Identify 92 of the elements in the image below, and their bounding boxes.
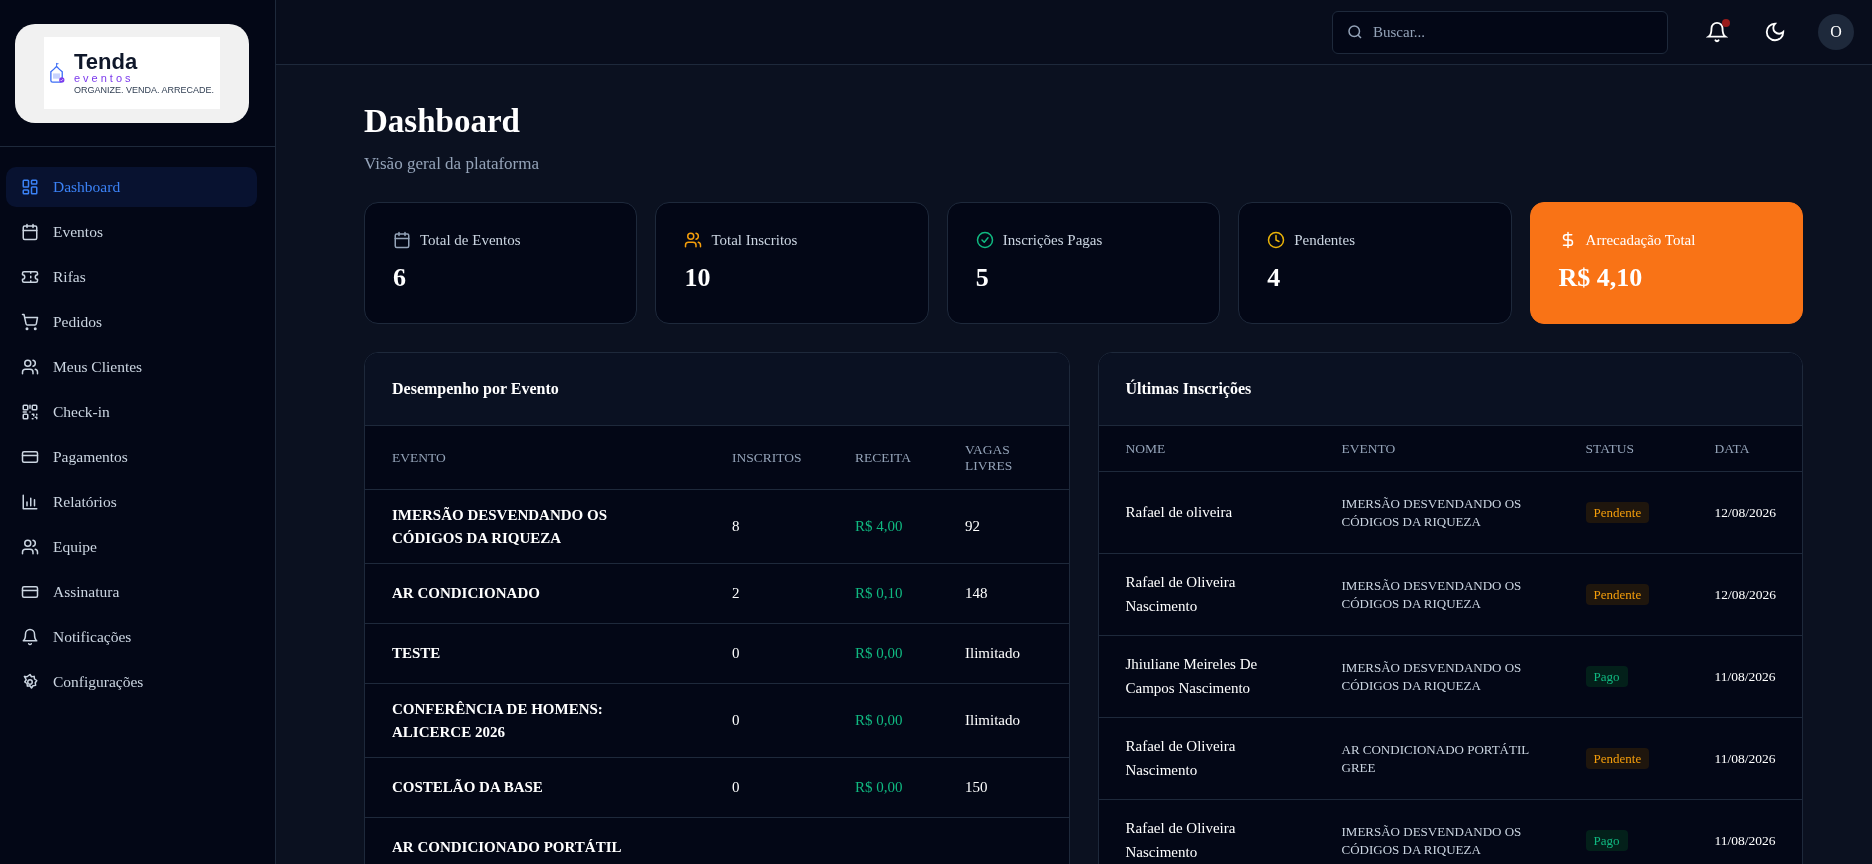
sidebar-item[interactable]: Assinatura <box>6 572 269 612</box>
sidebar-item[interactable]: Notificações <box>6 617 269 657</box>
settings-icon <box>21 673 39 691</box>
table-cell-text: IMERSÃO DESVENDANDO OS CÓDIGOS DA RIQUEZA <box>392 506 609 548</box>
table-cell-text: AR CONDICIONADO <box>392 584 541 604</box>
sidebar-item[interactable]: Check-in <box>6 392 269 432</box>
table-cell: 11/08/2026 <box>1714 832 1776 849</box>
page-title: Dashboard <box>364 103 521 140</box>
table-cell-text: Ilimitado <box>965 645 1021 662</box>
status-badge: Pendente <box>1585 748 1650 769</box>
stat-label: Total Inscritos <box>711 231 798 249</box>
table-cell-text: AR CONDICIONADO PORTÁTIL <box>392 838 623 858</box>
sidebar-item[interactable]: Eventos <box>6 212 269 252</box>
stat-value: 5 <box>975 263 990 293</box>
sidebar-item[interactable]: Meus Clientes <box>6 347 269 387</box>
sidebar-item[interactable]: Dashboard <box>6 167 257 207</box>
avatar-button[interactable]: O <box>1818 14 1854 50</box>
panel-title: Últimas Inscrições <box>1098 353 1802 426</box>
status-badge: Pago <box>1585 666 1628 687</box>
stat-label: Total de Eventos <box>420 231 521 249</box>
stat-label: Pendentes <box>1294 231 1355 249</box>
table-cell-text: Rafael de Oliveira Nascimento <box>1125 573 1237 616</box>
logo-subtitle: eventos <box>73 73 135 84</box>
stat-label: Inscrições Pagas <box>1002 231 1103 249</box>
table-cell-text: Rafael de Oliveira Nascimento <box>1125 737 1237 780</box>
table-cell-text: IMERSÃO DESVENDANDO OS CÓDIGOS DA RIQUEZA <box>1341 494 1523 531</box>
column-header: NOME <box>1125 440 1167 457</box>
column-header: EVENTO <box>392 449 447 466</box>
table-cell-text: 2 <box>732 585 741 602</box>
table-cell-text: IMERSÃO DESVENDANDO OS CÓDIGOS DA RIQUEZA <box>1341 822 1523 859</box>
table-cell-text: R$ 0,00 <box>855 712 904 729</box>
dashboard-icon <box>21 178 39 196</box>
table-cell-text: R$ 4,00 <box>855 518 904 535</box>
stat-label: Arrecadação Total <box>1585 231 1696 249</box>
status-badge: Pago <box>1585 830 1628 851</box>
users-icon <box>21 358 39 376</box>
table-cell-text: CONFERÊNCIA DE HOMENS: ALICERCE 2026 <box>392 700 604 742</box>
stat-value: 6 <box>393 263 407 293</box>
table-cell: 12/08/2026 <box>1714 504 1776 521</box>
table-cell-text: 0 <box>732 779 741 796</box>
column-header: DATA <box>1714 440 1751 457</box>
credit-card-icon <box>21 583 39 601</box>
cart-icon <box>21 313 39 331</box>
column-header: INSCRITOS <box>732 449 803 466</box>
status-badge: Pendente <box>1585 502 1650 523</box>
qr-code-icon <box>21 403 39 421</box>
status-badge: Pendente <box>1585 584 1650 605</box>
panel-title: Desempenho por Evento <box>365 353 1069 426</box>
column-header: RECEITA <box>855 449 912 466</box>
search-field[interactable]: Buscar... <box>1332 10 1668 54</box>
column-header: EVENTO <box>1341 440 1397 457</box>
table-cell-text: 0 <box>732 645 741 662</box>
logo-wordmark: Tenda <box>73 51 139 73</box>
table-cell-text: 92 <box>965 518 981 535</box>
table-cell-text: Jhiuliane Meireles De Campos Nascimento <box>1125 655 1259 698</box>
table-cell-text: COSTELÃO DA BASE <box>392 778 544 798</box>
sidebar-item[interactable]: Equipe <box>6 527 269 567</box>
sidebar-item[interactable]: Pagamentos <box>6 437 269 477</box>
table-cell: 11/08/2026 <box>1714 668 1776 685</box>
table-cell: 11/08/2026 <box>1714 750 1776 767</box>
table-cell-text: AR CONDICIONADO PORTÁTIL GREE <box>1341 740 1530 777</box>
table-cell-text: R$ 0,00 <box>855 779 904 796</box>
table-cell-text: 150 <box>965 779 989 796</box>
table-cell: 12/08/2026 <box>1714 586 1776 603</box>
sidebar-item[interactable]: Pedidos <box>6 302 269 342</box>
column-header: VAGAS LIVRES <box>965 441 1014 474</box>
credit-card-icon <box>21 448 39 466</box>
stat-value: 4 <box>1267 263 1282 293</box>
table-cell-text: Ilimitado <box>965 712 1021 729</box>
column-header: STATUS <box>1585 440 1635 457</box>
table-cell-text: 0 <box>732 712 741 729</box>
table-cell-text: R$ 0,00 <box>855 645 904 662</box>
page-subtitle: Visão geral da plataforma <box>364 154 541 174</box>
calendar-icon <box>21 223 39 241</box>
sidebar-item[interactable]: Rifas <box>6 257 269 297</box>
table-cell-text: 148 <box>965 585 989 602</box>
users-icon <box>21 538 39 556</box>
table-cell-text: IMERSÃO DESVENDANDO OS CÓDIGOS DA RIQUEZA <box>1341 576 1523 613</box>
table-cell-text: TESTE <box>392 644 442 664</box>
table-cell-text: R$ 0,10 <box>855 585 904 602</box>
logo-tagline: ORGANIZE. VENDA. ARRECADE. <box>73 86 214 95</box>
table-cell-text: 8 <box>732 518 741 535</box>
stat-value: 10 <box>684 263 712 293</box>
table-cell-text: Rafael de oliveira <box>1125 502 1234 522</box>
sidebar-item[interactable]: Relatórios <box>6 482 269 522</box>
ticket-icon <box>21 268 39 286</box>
bar-chart-icon <box>21 493 39 511</box>
sidebar-item[interactable]: Configurações <box>6 662 269 702</box>
table-cell-text: Rafael de Oliveira Nascimento <box>1125 819 1237 862</box>
stat-value: R$ 4,10 <box>1558 263 1644 293</box>
bell-icon <box>21 628 39 646</box>
table-cell-text: IMERSÃO DESVENDANDO OS CÓDIGOS DA RIQUEZA <box>1341 658 1523 695</box>
